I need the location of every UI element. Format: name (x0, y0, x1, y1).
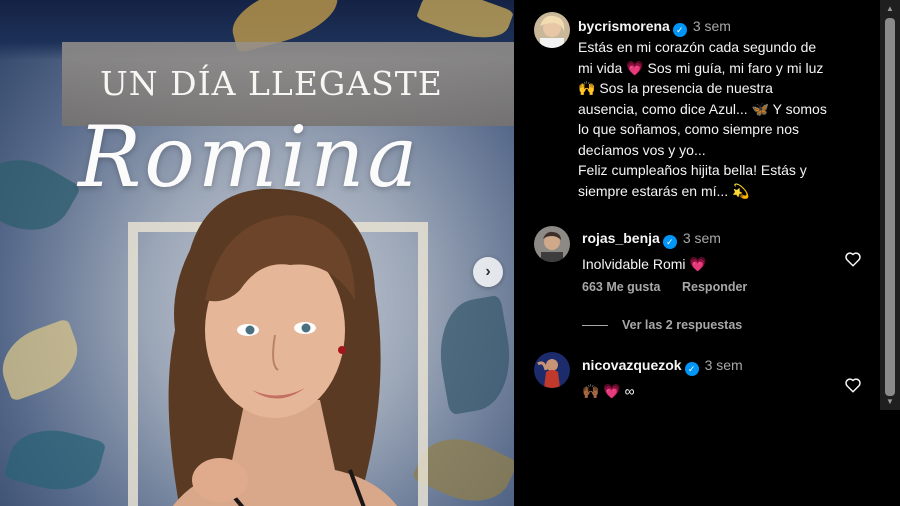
caption-username[interactable]: bycrismorena (578, 18, 670, 34)
verified-badge-icon: ✓ (662, 235, 677, 249)
caption-line: 🙌 Sos la presencia de nuestra (578, 80, 773, 96)
caption-line: siempre estarás en mí... 💫 (578, 182, 750, 199)
decor-leaf (430, 294, 514, 416)
scroll-down-arrow-icon[interactable]: ▼ (884, 397, 896, 407)
portrait-illustration (168, 188, 398, 506)
heart-outline-icon[interactable] (844, 376, 862, 394)
caption-line: mi vida 💗 Sos mi guía, mi faro y mi luz (578, 59, 824, 76)
carousel-next-button[interactable]: › (473, 257, 503, 287)
scrollbar-thumb[interactable] (885, 18, 895, 396)
view-replies-label: Ver las 2 respuestas (622, 318, 743, 332)
caption-line: lo que soñamos, como siempre nos (578, 121, 799, 137)
caption-line: decíamos vos y yo... (578, 141, 706, 158)
comment: rojas_benja ✓ 3 sem Inolvidable Romi 💗 (582, 230, 832, 273)
comment: nicovazquezok ✓ 3 sem 🙌🏾 💗 ∞ (582, 357, 832, 400)
comment-text: 🙌🏾 💗 ∞ (582, 383, 635, 399)
decor-leaf (0, 142, 82, 248)
view-replies-link[interactable]: Ver las 2 respuestas (582, 318, 742, 332)
verified-badge-icon: ✓ (672, 23, 687, 37)
comment-time[interactable]: 3 sem (683, 230, 721, 246)
comment-meta: 663 Me gusta Responder (582, 280, 765, 294)
caption-line: Estás en mi corazón cada segundo de (578, 39, 817, 55)
comment-text: Inolvidable Romi 💗 (582, 256, 707, 272)
avatar[interactable] (534, 12, 570, 48)
comment-username[interactable]: nicovazquezok (582, 357, 682, 373)
decor-leaf (0, 318, 88, 402)
caption-line: Feliz cumpleaños hijita bella! Estás y (578, 162, 807, 178)
replies-divider (582, 325, 608, 327)
verified-badge-icon: ✓ (684, 362, 699, 376)
caption-line: ausencia, como dice Azul... 🦋 Y somos (578, 100, 827, 117)
comments-panel: bycrismorena ✓ 3 sem Estás en mi corazón c… (514, 0, 900, 506)
comment-header: nicovazquezok ✓ 3 sem (582, 357, 832, 376)
heart-outline-icon[interactable] (844, 250, 862, 268)
avatar[interactable] (534, 352, 570, 388)
comment-time[interactable]: 3 sem (705, 357, 743, 373)
avatar[interactable] (534, 226, 570, 262)
scroll-up-arrow-icon[interactable]: ▲ (884, 4, 896, 14)
caption-header: bycrismorena ✓ 3 sem (578, 16, 878, 37)
comment-username[interactable]: rojas_benja (582, 230, 660, 246)
caption-time[interactable]: 3 sem (693, 18, 731, 34)
reply-link[interactable]: Responder (682, 280, 747, 294)
comment-header: rojas_benja ✓ 3 sem (582, 230, 832, 249)
likes-count[interactable]: 663 Me gusta (582, 280, 661, 294)
chevron-right-icon: › (485, 263, 491, 280)
script-name: Romina (78, 108, 421, 206)
post-image[interactable]: UN DÍA LLEGASTE Romina › (0, 0, 514, 506)
post-caption: bycrismorena ✓ 3 sem Estás en mi corazón c… (578, 16, 878, 201)
banner-title: UN DÍA LLEGASTE (100, 64, 443, 103)
decor-leaf (3, 419, 107, 501)
